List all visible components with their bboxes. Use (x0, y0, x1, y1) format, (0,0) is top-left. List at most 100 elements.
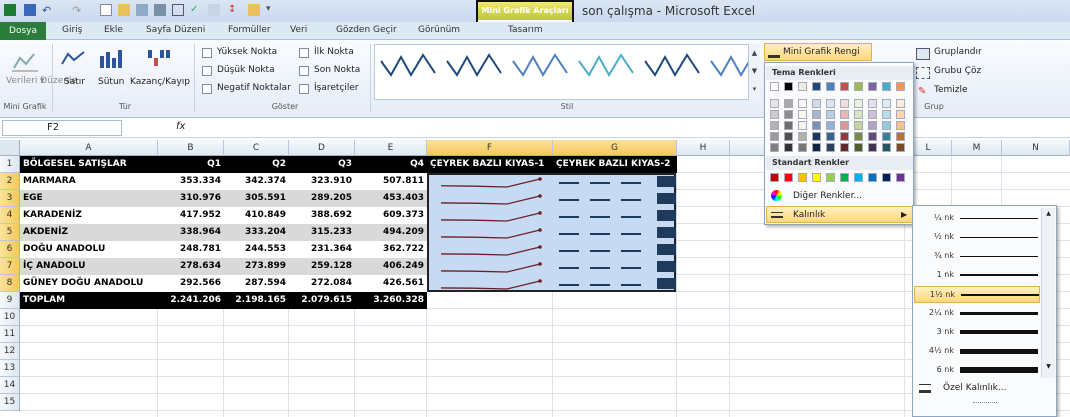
theme-color-swatch[interactable] (868, 110, 877, 119)
style-swatch[interactable] (380, 53, 436, 77)
style-swatch[interactable] (578, 53, 634, 77)
sparkline-style-gallery[interactable] (374, 44, 760, 100)
new-file-icon[interactable] (100, 4, 112, 16)
scroll-down-icon[interactable]: ▼ (1043, 363, 1054, 370)
table-cell[interactable]: 333.204 (224, 224, 289, 241)
theme-color-swatch[interactable] (826, 110, 835, 119)
theme-color-swatch[interactable] (854, 143, 863, 152)
theme-color-swatch[interactable] (770, 99, 779, 108)
weight-option[interactable]: ¾ nk (914, 248, 1040, 265)
table-cell[interactable]: 609.373 (355, 207, 427, 224)
theme-color-swatch[interactable] (896, 99, 905, 108)
standard-color-swatch[interactable] (798, 173, 807, 182)
weight-option[interactable]: ½ nk (914, 229, 1040, 246)
table-cell[interactable]: 259.128 (289, 258, 355, 275)
theme-color-swatch[interactable] (840, 82, 849, 91)
theme-color-swatch[interactable] (868, 143, 877, 152)
fx-icon[interactable]: fx (176, 121, 185, 132)
theme-color-swatch[interactable] (840, 110, 849, 119)
edit-data-dropdown-icon[interactable]: ▾ (40, 76, 45, 86)
row-header-2[interactable]: 2 (0, 173, 20, 190)
row-header-3[interactable]: 3 (0, 190, 20, 207)
table-cell[interactable]: 453.403 (355, 190, 427, 207)
markers-checkbox[interactable] (299, 84, 309, 94)
theme-color-swatch[interactable] (896, 121, 905, 130)
table-cell[interactable]: 310.976 (158, 190, 224, 207)
last-point-checkbox[interactable] (299, 66, 309, 76)
tab-page-layout[interactable]: Sayfa Düzeni (146, 25, 205, 35)
theme-color-swatch[interactable] (826, 143, 835, 152)
table-header-cell[interactable]: Q2 (224, 156, 289, 173)
theme-color-swatch[interactable] (770, 132, 779, 141)
weight-option[interactable]: 6 nk (914, 362, 1040, 379)
theme-color-swatch[interactable] (854, 82, 863, 91)
theme-color-swatch[interactable] (770, 110, 779, 119)
standard-color-swatch[interactable] (854, 173, 863, 182)
column-header-g[interactable]: G (553, 140, 677, 156)
theme-color-swatch[interactable] (868, 132, 877, 141)
table-cell[interactable]: 244.553 (224, 241, 289, 258)
table-header-cell[interactable]: Q4 (355, 156, 427, 173)
style-swatch[interactable] (710, 54, 754, 77)
style-swatch[interactable] (446, 53, 502, 77)
ungroup-icon[interactable] (916, 67, 930, 79)
tab-view[interactable]: Görünüm (418, 25, 460, 35)
weight-menu-item[interactable]: Kalınlık ▶ (766, 206, 913, 223)
weight-option[interactable]: 3 nk (914, 324, 1040, 341)
line-type-button[interactable]: Satır (64, 77, 85, 87)
winloss-type-button[interactable]: Kazanç/Kayıp (130, 77, 190, 87)
theme-color-swatch[interactable] (798, 121, 807, 130)
theme-color-swatch[interactable] (840, 99, 849, 108)
style-swatch[interactable] (644, 53, 700, 77)
column-header-m[interactable]: M (952, 140, 1002, 156)
open-folder-icon[interactable] (118, 4, 130, 16)
zoom-icon[interactable] (172, 4, 184, 16)
theme-color-swatch[interactable] (784, 82, 793, 91)
standard-color-swatch[interactable] (840, 173, 849, 182)
theme-color-swatch[interactable] (784, 99, 793, 108)
theme-color-swatch[interactable] (868, 82, 877, 91)
tab-home[interactable]: Giriş (62, 25, 82, 35)
theme-color-swatch[interactable] (882, 143, 891, 152)
standard-color-swatch[interactable] (784, 173, 793, 182)
more-colors-item[interactable]: Diğer Renkler... (793, 191, 862, 201)
standard-color-swatch[interactable] (826, 173, 835, 182)
winloss-sparkline-icon[interactable] (146, 48, 172, 71)
theme-color-swatch[interactable] (798, 110, 807, 119)
column-type-button[interactable]: Sütun (98, 77, 124, 87)
theme-color-swatch[interactable] (812, 143, 821, 152)
column-header-n[interactable]: N (1002, 140, 1070, 156)
row-header-10[interactable]: 10 (0, 309, 20, 326)
theme-color-swatch[interactable] (840, 132, 849, 141)
row-header-4[interactable]: 4 (0, 207, 20, 224)
table-cell[interactable]: 406.249 (355, 258, 427, 275)
low-point-checkbox[interactable] (202, 66, 212, 76)
theme-color-swatch[interactable] (798, 99, 807, 108)
theme-color-swatch[interactable] (896, 110, 905, 119)
sort-icon[interactable]: ↕ (228, 4, 240, 16)
theme-color-swatch[interactable] (784, 132, 793, 141)
standard-color-swatch[interactable] (812, 173, 821, 182)
table-cell[interactable]: 426.561 (355, 275, 427, 292)
table-cell[interactable]: EGE (20, 190, 158, 207)
custom-weight-item[interactable]: Özel Kalınlık... (943, 383, 1006, 393)
row-header-13[interactable]: 13 (0, 360, 20, 377)
theme-color-swatch[interactable] (882, 110, 891, 119)
theme-color-swatch[interactable] (882, 121, 891, 130)
clear-icon[interactable]: ✎ (918, 86, 926, 97)
row-header-5[interactable]: 5 (0, 224, 20, 241)
table-cell[interactable]: 287.594 (224, 275, 289, 292)
table-cell[interactable]: 305.591 (224, 190, 289, 207)
weight-option[interactable]: 1½ nk (914, 286, 1040, 303)
table-cell[interactable]: AKDENİZ (20, 224, 158, 241)
spelling-icon[interactable]: ✓ (190, 4, 202, 16)
theme-color-swatch[interactable] (826, 121, 835, 130)
theme-color-swatch[interactable] (812, 121, 821, 130)
table-cell[interactable]: 273.899 (224, 258, 289, 275)
theme-color-swatch[interactable] (812, 132, 821, 141)
column-header-a[interactable]: A (20, 140, 158, 156)
theme-color-swatch[interactable] (826, 82, 835, 91)
print-preview-icon[interactable] (136, 4, 148, 16)
scroll-up-icon[interactable]: ▲ (1042, 208, 1055, 220)
weight-option[interactable]: ¼ nk (914, 210, 1040, 227)
